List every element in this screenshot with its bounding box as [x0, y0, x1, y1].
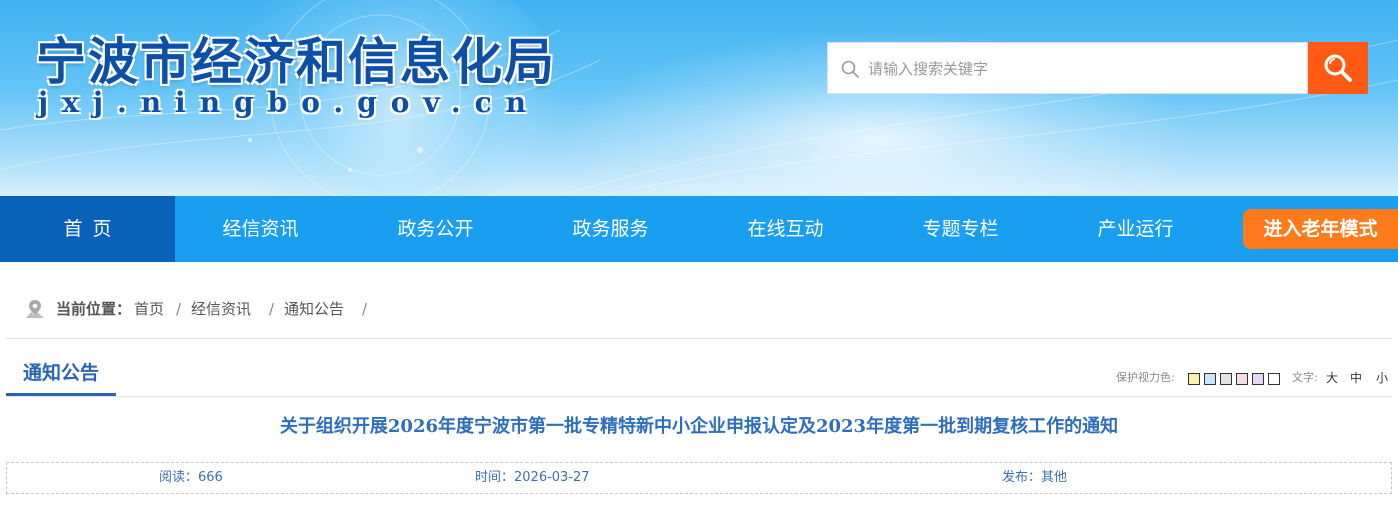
nav-item-home[interactable]: 首页 [0, 196, 175, 262]
divider [6, 396, 1392, 397]
location-icon [26, 300, 44, 318]
color-swatch-pink[interactable] [1236, 373, 1248, 385]
color-swatch-purple[interactable] [1252, 373, 1264, 385]
nav-item-online-interaction[interactable]: 在线互动 [698, 196, 873, 262]
site-title: 宁波市经济和信息化局 [36, 32, 556, 91]
search-box [827, 42, 1308, 94]
divider [6, 338, 1392, 339]
font-size-large[interactable]: 大 [1326, 368, 1338, 388]
breadcrumb-item-news[interactable]: 经信资讯 [191, 296, 251, 322]
font-size-small[interactable]: 小 [1376, 368, 1388, 388]
publisher: 发布：其他 [1002, 470, 1068, 485]
search-input[interactable] [868, 53, 1298, 85]
read-count: 阅读：666 [159, 470, 223, 485]
color-swatch-white[interactable] [1268, 373, 1280, 385]
color-swatch-blue[interactable] [1204, 373, 1216, 385]
search-button[interactable] [1308, 42, 1368, 94]
elder-mode-button[interactable]: 进入老年模式 [1243, 209, 1398, 249]
publish-time: 时间：2026-03-27 [475, 470, 590, 485]
breadcrumb-label: 当前位置： [56, 300, 132, 318]
nav-item-industry-operation[interactable]: 产业运行 [1048, 196, 1223, 262]
font-size-medium[interactable]: 中 [1350, 368, 1362, 388]
breadcrumb-separator: / [176, 300, 182, 318]
article-meta-bar: 阅读：666 时间：2026-03-27 发布：其他 [6, 462, 1392, 494]
site-domain: jxj.ningbo.gov.cn [38, 86, 541, 119]
nav-item-special-topics[interactable]: 专题专栏 [873, 196, 1048, 262]
breadcrumb-separator: / [269, 300, 275, 318]
eye-protect-color-label: 保护视力色: [1116, 371, 1175, 384]
color-swatch-gray[interactable] [1220, 373, 1232, 385]
nav-item-news[interactable]: 经信资讯 [173, 196, 348, 262]
search-icon [841, 60, 859, 78]
magnifier-icon [1324, 54, 1352, 82]
breadcrumb-item-notices[interactable]: 通知公告 [284, 296, 344, 322]
nav-item-gov-services[interactable]: 政务服务 [523, 196, 698, 262]
nav-item-gov-affairs-open[interactable]: 政务公开 [348, 196, 523, 262]
breadcrumb-item-home[interactable]: 首页 [134, 296, 164, 322]
header-banner: 宁波市经济和信息化局 jxj.ningbo.gov.cn [0, 0, 1398, 196]
main-nav: 首页 经信资讯 政务公开 政务服务 在线互动 专题专栏 产业运行 进入老年模式 [0, 196, 1398, 262]
breadcrumb-separator: / [362, 300, 368, 318]
font-size-label: 文字: [1292, 371, 1318, 384]
color-swatch-yellow[interactable] [1188, 373, 1200, 385]
tab-notices[interactable]: 通知公告 [6, 356, 116, 396]
article-title: 关于组织开展2026年度宁波市第一批专精特新中小企业申报认定及2023年度第一批… [279, 416, 1119, 437]
